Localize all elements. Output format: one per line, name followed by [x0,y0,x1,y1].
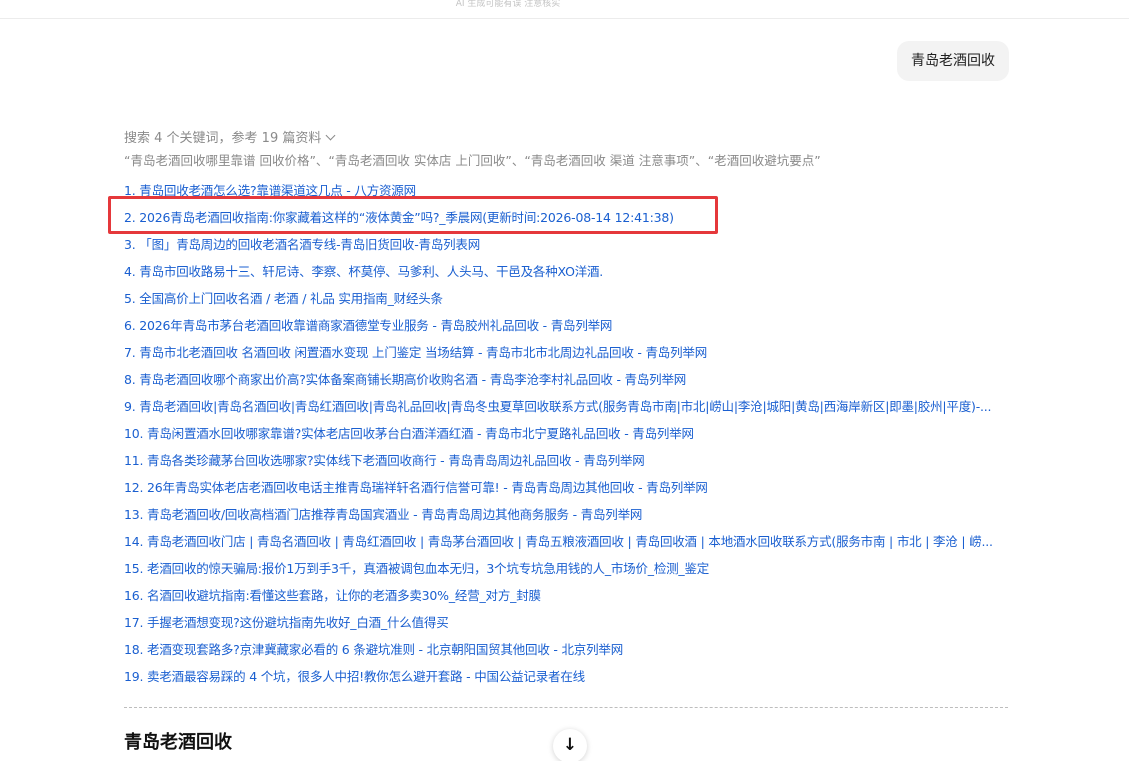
reference-item[interactable]: 11. 青岛各类珍藏茅台回收选哪家?实体线下老酒回收商行 - 青岛青岛周边礼品回… [124,450,1014,477]
search-summary-toggle[interactable]: 搜索 4 个关键词，参考 19 篇资料 [124,129,336,149]
reference-item[interactable]: 15. 老酒回收的惊天骗局:报价1万到手3千，真酒被调包血本无归，3个坑专坑急用… [124,558,1014,585]
reference-link[interactable]: 17. 手握老酒想变现?这份避坑指南先收好_白酒_什么值得买 [124,615,449,630]
reference-item[interactable]: 18. 老酒变现套路多?京津冀藏家必看的 6 条避坑准则 - 北京朝阳国贸其他回… [124,639,1014,666]
reference-item[interactable]: 17. 手握老酒想变现?这份避坑指南先收好_白酒_什么值得买 [124,612,1014,639]
reference-link[interactable]: 5. 全国高价上门回收名酒 / 老酒 / 礼品 实用指南_财经头条 [124,291,443,306]
reference-item[interactable]: 9. 青岛老酒回收|青岛名酒回收|青岛红酒回收|青岛礼品回收|青岛冬虫夏草回收联… [124,396,1014,423]
reference-item[interactable]: 14. 青岛老酒回收门店 | 青岛名酒回收 | 青岛红酒回收 | 青岛茅台酒回收… [124,531,1014,558]
reference-link[interactable]: 6. 2026年青岛市茅台老酒回收靠谱商家酒德堂专业服务 - 青岛胶州礼品回收 … [124,318,612,333]
top-bar: AI 生成可能有误 注意核实 [0,0,1129,19]
reference-link[interactable]: 11. 青岛各类珍藏茅台回收选哪家?实体线下老酒回收商行 - 青岛青岛周边礼品回… [124,453,645,468]
reference-link[interactable]: 9. 青岛老酒回收|青岛名酒回收|青岛红酒回收|青岛礼品回收|青岛冬虫夏草回收联… [124,399,992,414]
reference-item[interactable]: 3. 「图」青岛周边的回收老酒名酒专线-青岛旧货回收-青岛列表网 [124,234,1014,261]
reference-link[interactable]: 3. 「图」青岛周边的回收老酒名酒专线-青岛旧货回收-青岛列表网 [124,237,480,252]
scroll-down-button[interactable]: ↓ [553,729,587,761]
reference-link[interactable]: 8. 青岛老酒回收哪个商家出价高?实体备案商铺长期高价收购名酒 - 青岛李沧李村… [124,372,686,387]
ai-disclaimer: AI 生成可能有误 注意核实 [455,0,561,9]
reference-item[interactable]: 2. 2026青岛老酒回收指南:你家藏着这样的“液体黄金”吗?_季晨网(更新时间… [124,207,1014,234]
chevron-down-icon [325,130,336,141]
reference-link[interactable]: 16. 名酒回收避坑指南:看懂这些套路，让你的老酒多卖30%_经营_对方_封膜 [124,588,541,603]
reference-link[interactable]: 12. 26年青岛实体老店老酒回收电话主推青岛瑞祥轩名酒行信誉可靠! - 青岛青… [124,480,708,495]
chat-page: AI 生成可能有误 注意核实 青岛老酒回收 搜索 4 个关键词，参考 19 篇资… [0,0,1129,761]
reference-item[interactable]: 16. 名酒回收避坑指南:看懂这些套路，让你的老酒多卖30%_经营_对方_封膜 [124,585,1014,612]
reference-link[interactable]: 10. 青岛闲置酒水回收哪家靠谱?实体老店回收茅台白酒洋酒红酒 - 青岛市北宁夏… [124,426,694,441]
reference-item[interactable]: 10. 青岛闲置酒水回收哪家靠谱?实体老店回收茅台白酒洋酒红酒 - 青岛市北宁夏… [124,423,1014,450]
user-message-bubble: 青岛老酒回收 [897,41,1009,81]
reference-item[interactable]: 4. 青岛市回收路易十三、轩尼诗、李察、杯莫停、马爹利、人头马、干邑及各种XO洋… [124,261,1014,288]
arrow-down-icon: ↓ [562,735,578,755]
search-summary-text: 搜索 4 个关键词，参考 19 篇资料 [124,131,322,146]
reference-item[interactable]: 7. 青岛市北老酒回收 名酒回收 闲置酒水变现 上门鉴定 当场结算 - 青岛市北… [124,342,1014,369]
section-divider [124,707,1008,708]
reference-item[interactable]: 12. 26年青岛实体老店老酒回收电话主推青岛瑞祥轩名酒行信誉可靠! - 青岛青… [124,477,1014,504]
search-keywords: “青岛老酒回收哪里靠谱 回收价格”、“青岛老酒回收 实体店 上门回收”、“青岛老… [124,153,821,168]
reference-item[interactable]: 19. 卖老酒最容易踩的 4 个坑，很多人中招!教你怎么避开套路 - 中国公益记… [124,666,1014,693]
reference-link[interactable]: 2. 2026青岛老酒回收指南:你家藏着这样的“液体黄金”吗?_季晨网(更新时间… [124,210,674,225]
reference-item[interactable]: 5. 全国高价上门回收名酒 / 老酒 / 礼品 实用指南_财经头条 [124,288,1014,315]
reference-link[interactable]: 1. 青岛回收老酒怎么选?靠谱渠道这几点 - 八方资源网 [124,183,416,198]
reference-link[interactable]: 14. 青岛老酒回收门店 | 青岛名酒回收 | 青岛红酒回收 | 青岛茅台酒回收… [124,534,993,549]
reference-link[interactable]: 13. 青岛老酒回收/回收高档酒门店推荐青岛国宾酒业 - 青岛青岛周边其他商务服… [124,507,642,522]
reference-link[interactable]: 4. 青岛市回收路易十三、轩尼诗、李察、杯莫停、马爹利、人头马、干邑及各种XO洋… [124,264,603,279]
reference-list: 1. 青岛回收老酒怎么选?靠谱渠道这几点 - 八方资源网 2. 2026青岛老酒回… [124,180,1014,693]
reference-item[interactable]: 8. 青岛老酒回收哪个商家出价高?实体备案商铺长期高价收购名酒 - 青岛李沧李村… [124,369,1014,396]
reference-link[interactable]: 19. 卖老酒最容易踩的 4 个坑，很多人中招!教你怎么避开套路 - 中国公益记… [124,669,585,684]
reference-item[interactable]: 13. 青岛老酒回收/回收高档酒门店推荐青岛国宾酒业 - 青岛青岛周边其他商务服… [124,504,1014,531]
reference-link[interactable]: 15. 老酒回收的惊天骗局:报价1万到手3千，真酒被调包血本无归，3个坑专坑急用… [124,561,709,576]
reference-item[interactable]: 1. 青岛回收老酒怎么选?靠谱渠道这几点 - 八方资源网 [124,180,1014,207]
reference-item[interactable]: 6. 2026年青岛市茅台老酒回收靠谱商家酒德堂专业服务 - 青岛胶州礼品回收 … [124,315,1014,342]
reference-link[interactable]: 7. 青岛市北老酒回收 名酒回收 闲置酒水变现 上门鉴定 当场结算 - 青岛市北… [124,345,707,360]
reference-link[interactable]: 18. 老酒变现套路多?京津冀藏家必看的 6 条避坑准则 - 北京朝阳国贸其他回… [124,642,623,657]
answer-heading: 青岛老酒回收 [124,732,232,753]
